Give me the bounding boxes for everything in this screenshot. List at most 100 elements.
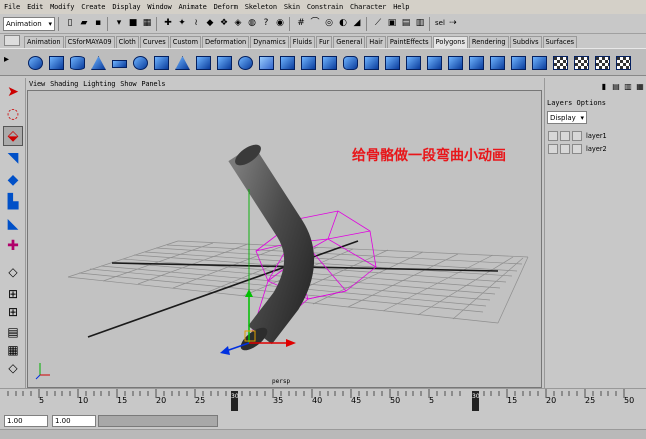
poly-pyramid-icon[interactable] (173, 52, 192, 73)
time-slider[interactable]: 5 10 15 20 25 30 35 40 45 50 5 30 15 20 … (0, 388, 646, 412)
last-tool-icon[interactable]: ✚ (3, 236, 23, 256)
spherical-mapping-icon[interactable] (593, 52, 612, 73)
manipulator-tool-icon[interactable]: ◣ (3, 214, 23, 234)
split-polygon-icon[interactable] (467, 52, 486, 73)
layer-row[interactable]: layer1 (548, 130, 644, 141)
tab-custom[interactable]: Custom (169, 36, 201, 48)
construction-history-icon[interactable]: ⟋ (372, 18, 384, 30)
snap-grid-icon[interactable]: # (295, 18, 307, 30)
smooth-icon[interactable] (341, 52, 360, 73)
menu-skin[interactable]: Skin (284, 3, 300, 11)
tab-subdivs[interactable]: Subdivs (509, 36, 542, 48)
manipulator-y-arrow[interactable] (245, 289, 253, 297)
planar-mapping-icon[interactable] (551, 52, 570, 73)
poly-torus-icon[interactable] (131, 52, 150, 73)
select-object-icon[interactable]: ■ (127, 18, 139, 30)
render-mask-icon[interactable]: ◍ (246, 18, 258, 30)
visibility-toggle[interactable] (548, 130, 558, 141)
poly-pipe-icon[interactable] (194, 52, 213, 73)
live-surface-icon[interactable]: ◢ (351, 18, 363, 30)
snap-point-icon[interactable]: ◎ (323, 18, 335, 30)
poly-cylinder-icon[interactable] (68, 52, 87, 73)
poly-platonic-icon[interactable] (257, 52, 276, 73)
menu-animate[interactable]: Animate (179, 3, 207, 11)
render-globals-icon[interactable]: ▥ (414, 18, 426, 30)
paint-select-tool-icon[interactable]: ⬙ (3, 126, 23, 146)
scale-tool-icon[interactable]: ▙ (3, 192, 23, 212)
boolean-icon[interactable] (362, 52, 381, 73)
dynamics-mask-icon[interactable]: ◈ (232, 18, 244, 30)
attribute-editor-toggle-icon[interactable]: ▥ (623, 82, 633, 92)
visibility-toggle[interactable] (548, 143, 558, 154)
joint-mask-icon[interactable]: ✦ (176, 18, 188, 30)
range-slider-bar[interactable] (98, 414, 218, 427)
combine-icon[interactable] (278, 52, 297, 73)
append-polygon-icon[interactable] (446, 52, 465, 73)
mirror-icon[interactable] (383, 52, 402, 73)
four-pane-layout-icon[interactable]: ⊞ (3, 284, 23, 304)
menu-create[interactable]: Create (81, 3, 105, 11)
menu-display[interactable]: Display (112, 3, 140, 11)
menu-help[interactable]: Help (393, 3, 409, 11)
curve-mask-icon[interactable]: ≀ (190, 18, 202, 30)
manipulator-z-arrow[interactable] (220, 346, 230, 355)
bevel-icon[interactable] (509, 52, 528, 73)
single-pane-layout-icon[interactable]: ◇ (3, 262, 23, 282)
poly-prism-icon[interactable] (152, 52, 171, 73)
layer-row[interactable]: layer2 (548, 143, 644, 154)
shelf-scroll-icon[interactable]: ▸ (2, 52, 21, 73)
handle-mask-icon[interactable]: ✚ (162, 18, 174, 30)
persp-outliner-layout-icon[interactable]: ▤ (3, 322, 23, 342)
new-scene-icon[interactable]: ▯ (64, 18, 76, 30)
channel-box-toggle-icon[interactable]: ▮ (599, 82, 609, 92)
shelf-menu-icon[interactable] (4, 35, 20, 46)
ipr-render-icon[interactable]: ▤ (400, 18, 412, 30)
tab-painteffects[interactable]: PaintEffects (386, 36, 432, 48)
deform-mask-icon[interactable]: ❖ (218, 18, 230, 30)
lock-mask-icon[interactable]: ◉ (274, 18, 286, 30)
menu-constrain[interactable]: Constrain (307, 3, 343, 11)
tab-fur[interactable]: Fur (315, 36, 333, 48)
render-frame-icon[interactable]: ▣ (386, 18, 398, 30)
cylindrical-mapping-icon[interactable] (572, 52, 591, 73)
insert-edge-loop-icon[interactable] (488, 52, 507, 73)
start-time-field[interactable]: 1.00 (4, 414, 48, 427)
panel-menu-lighting[interactable]: Lighting (83, 80, 115, 88)
extrude-icon[interactable] (404, 52, 423, 73)
automatic-mapping-icon[interactable] (614, 52, 633, 73)
tab-animation[interactable]: Animation (24, 36, 64, 48)
panel-menu-panels[interactable]: Panels (141, 80, 165, 88)
menu-window[interactable]: Window (147, 3, 171, 11)
tab-fluids[interactable]: Fluids (289, 36, 315, 48)
move-tool-icon[interactable]: ◥ (3, 148, 23, 168)
select-component-icon[interactable]: ▦ (141, 18, 153, 30)
perspective-viewport[interactable]: 给骨骼做一段弯曲小动画 persp (27, 90, 542, 388)
layer-menu[interactable]: Layers Options (547, 99, 606, 107)
display-type-toggle[interactable] (560, 130, 570, 141)
menu-set-dropdown[interactable]: Animation ▾ (3, 16, 55, 31)
tab-csformaya09[interactable]: CSforMAYA09 (64, 36, 115, 48)
panel-menu-shading[interactable]: Shading (50, 80, 78, 88)
poly-cube-icon[interactable] (47, 52, 66, 73)
tab-cloth[interactable]: Cloth (115, 36, 139, 48)
bridge-icon[interactable] (425, 52, 444, 73)
save-scene-icon[interactable]: ▪ (92, 18, 104, 30)
surface-mask-icon[interactable]: ◆ (204, 18, 216, 30)
menu-character[interactable]: Character (350, 3, 386, 11)
tab-polygons[interactable]: Polygons (432, 36, 468, 48)
merge-icon[interactable] (530, 52, 549, 73)
select-hierarchy-icon[interactable]: ▾ (113, 18, 125, 30)
separate-icon[interactable] (299, 52, 318, 73)
panel-menu-view[interactable]: View (29, 80, 45, 88)
poly-sphere-icon[interactable] (26, 52, 45, 73)
tab-deformation[interactable]: Deformation (202, 36, 250, 48)
layer-type-dropdown[interactable]: Display ▾ (547, 111, 587, 124)
snap-curve-icon[interactable]: ⌒ (309, 18, 321, 30)
select-tool-icon[interactable]: ➤ (3, 82, 23, 102)
menu-file[interactable]: File (4, 3, 20, 11)
layer-swatch[interactable] (572, 130, 582, 141)
menu-skeleton[interactable]: Skeleton (245, 3, 277, 11)
layer-editor-toggle-icon[interactable]: ▤ (611, 82, 621, 92)
hypershade-layout-icon[interactable]: ◇ (3, 358, 23, 378)
input-field-icon[interactable]: ⇢ (447, 18, 459, 30)
